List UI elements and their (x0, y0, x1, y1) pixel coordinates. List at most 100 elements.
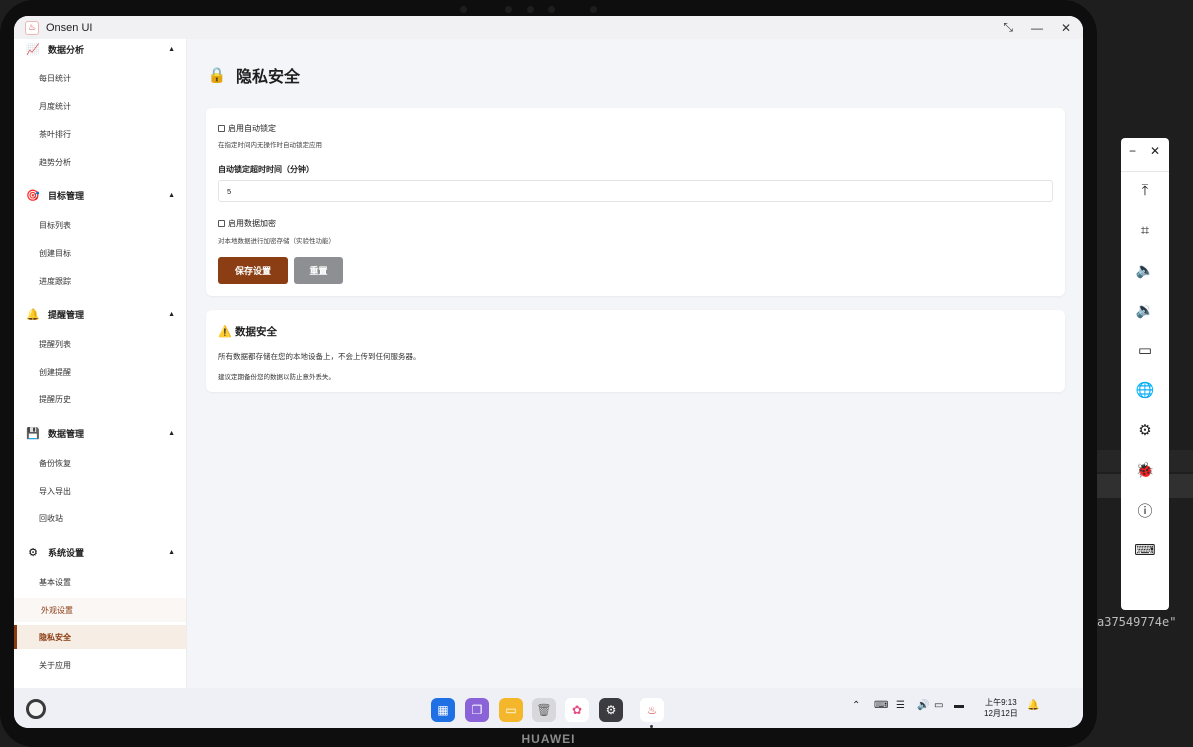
chevron-up-icon[interactable]: ⌃ (852, 700, 860, 711)
clock-date: 12月12日 (984, 709, 1018, 718)
close-icon[interactable]: ✕ (1150, 144, 1160, 158)
caret-up-icon: ▲ (168, 310, 175, 318)
encrypt-checkbox[interactable] (218, 220, 225, 227)
battery-icon[interactable]: ▬ (954, 700, 964, 711)
save-settings-button[interactable]: 保存设置 (218, 257, 288, 284)
clock-time: 上午9:13 (985, 698, 1017, 707)
restore-icon[interactable]: ⤡ (1003, 20, 1013, 35)
volume-down-icon[interactable]: 🔉 (1133, 300, 1157, 320)
caret-up-icon: ▲ (168, 548, 175, 556)
sidebar-item-trend-analysis[interactable]: 趋势分析 (14, 150, 186, 174)
sidebar-item-privacy-security[interactable]: 隐私安全 (14, 625, 186, 649)
device-brand: HUAWEI (521, 732, 576, 746)
auto-lock-checkbox[interactable] (218, 125, 225, 132)
page-header: 🔒 隐私安全 (208, 63, 300, 87)
photos-icon[interactable]: ✿ (565, 698, 589, 722)
volume-up-icon[interactable]: 🔈 (1133, 260, 1157, 280)
sidebar-item-daily-stats[interactable]: 每日统计 (14, 66, 186, 90)
crop-icon[interactable]: ⌗ (1133, 220, 1157, 240)
info-icon[interactable]: ⓘ (1133, 500, 1157, 520)
sidebar-group-label: 系统设置 (48, 547, 85, 558)
sidebar-group-analytics[interactable]: 📈 数据分析 ▲ (14, 39, 186, 60)
minimize-icon[interactable]: — (1031, 21, 1043, 35)
keyboard-icon[interactable]: ⌨ (1133, 540, 1157, 560)
encrypt-label[interactable]: 启用数据加密 (228, 218, 276, 229)
sidebar-item-progress-tracking[interactable]: 进度跟踪 (14, 269, 186, 293)
sidebar-group-label: 数据分析 (48, 44, 85, 55)
sidebar-group-label: 目标管理 (48, 190, 85, 201)
page-title: 隐私安全 (236, 69, 301, 86)
upload-icon[interactable]: ⤒ (1133, 180, 1157, 200)
divider (1121, 171, 1169, 172)
sidebar-group-reminders[interactable]: 🔔 提醒管理 ▲ (14, 303, 186, 325)
battery-icon[interactable]: ▭ (1133, 340, 1157, 360)
sidebar-item-reminder-history[interactable]: 提醒历史 (14, 387, 186, 411)
sidebar-group-goals[interactable]: 🎯 目标管理 ▲ (14, 184, 186, 206)
caret-up-icon: ▲ (168, 45, 175, 53)
sidebar-item-create-goal[interactable]: 创建目标 (14, 241, 186, 265)
data-security-title: 数据安全 (235, 326, 277, 338)
window-titlebar: ♨ Onsen UI ⤡ — ✕ (14, 16, 1083, 39)
target-icon: 🎯 (26, 189, 40, 202)
caret-up-icon: ▲ (168, 429, 175, 437)
app-logo-icon: ♨ (25, 20, 39, 35)
input-method-icon[interactable]: ⌨ (874, 700, 888, 711)
data-security-text: 所有数据都存储在您的本地设备上，不会上传到任何服务器。 (218, 352, 421, 361)
multitask-icon[interactable]: ❐ (465, 698, 489, 722)
sidebar-group-settings[interactable]: ⚙ 系统设置 ▲ (14, 541, 186, 563)
reset-button[interactable]: 重置 (294, 257, 343, 284)
display-icon[interactable]: ▭ (934, 700, 943, 711)
trash-icon[interactable]: 🗑 (532, 698, 556, 722)
taskbar: ▦ ❐ ▭ 🗑 ✿ ⚙ ♨ ⌃ ⌨ ☰ 🔊 ▭ ▬ 上午9:13 12月12日 … (14, 688, 1083, 728)
sidebar-item-backup-restore[interactable]: 备份恢复 (14, 451, 186, 475)
tool-panel-controls: − ✕ (1121, 144, 1169, 160)
sidebar-item-about[interactable]: 关于应用 (14, 653, 186, 677)
clock[interactable]: 上午9:13 12月12日 (984, 697, 1018, 719)
tablet-device: ♨ Onsen UI ⤡ — ✕ 📈 数据分析 ▲ 每日统计 月度统计 茶叶排行… (0, 0, 1097, 747)
main-content: 🔒 隐私安全 启用自动锁定 在指定时间内无操作时自动锁定应用 自动锁定超时时间（… (187, 39, 1083, 688)
settings-icon[interactable]: ⚙ (599, 698, 623, 722)
sidebar-item-appearance[interactable]: 外观设置 (14, 598, 186, 622)
timeout-label: 自动锁定超时时间（分钟） (218, 165, 314, 174)
sidebar-item-basic-settings[interactable]: 基本设置 (14, 570, 186, 594)
sidebar-item-reminder-list[interactable]: 提醒列表 (14, 332, 186, 356)
sidebar-item-recycle-bin[interactable]: 回收站 (14, 506, 186, 530)
minimize-icon[interactable]: − (1129, 144, 1136, 158)
timeout-input[interactable]: 5 (218, 180, 1053, 202)
gear-icon: ⚙ (28, 546, 38, 559)
onsen-app-icon[interactable]: ♨ (640, 698, 664, 722)
volume-icon[interactable]: 🔊 (917, 700, 929, 711)
app-gallery-icon[interactable]: ▦ (431, 698, 455, 722)
notes-icon[interactable]: ☰ (896, 700, 905, 711)
sidebar-item-goal-list[interactable]: 目标列表 (14, 213, 186, 237)
sidebar-group-label: 数据管理 (48, 428, 85, 439)
sidebar-item-create-reminder[interactable]: 创建提醒 (14, 360, 186, 384)
sidebar-item-monthly-stats[interactable]: 月度统计 (14, 94, 186, 118)
backup-advice-text: 建议定期备份您的数据以防止意外丢失。 (218, 374, 335, 381)
sidebar: 📈 数据分析 ▲ 每日统计 月度统计 茶叶排行 趋势分析 🎯 目标管理 ▲ 目标… (14, 39, 187, 688)
encrypt-row: 启用数据加密 (218, 218, 276, 229)
sidebar-item-import-export[interactable]: 导入导出 (14, 479, 186, 503)
background-code-text: a37549774e" (1097, 615, 1177, 629)
auto-lock-label[interactable]: 启用自动锁定 (228, 123, 276, 134)
caret-up-icon: ▲ (168, 191, 175, 199)
sidebar-item-tea-ranking[interactable]: 茶叶排行 (14, 122, 186, 146)
files-icon[interactable]: ▭ (499, 698, 523, 722)
floppy-icon: 💾 (26, 427, 40, 440)
notification-bell-icon[interactable]: 🔔 (1027, 700, 1039, 711)
camera-bar (460, 6, 600, 14)
data-security-header: ⚠️ 数据安全 (218, 324, 277, 339)
close-icon[interactable]: ✕ (1061, 21, 1071, 35)
settings-icon[interactable]: ⚙ (1133, 420, 1157, 440)
globe-icon[interactable]: 🌐 (1133, 380, 1157, 400)
data-security-card: ⚠️ 数据安全 所有数据都存储在您的本地设备上，不会上传到任何服务器。 建议定期… (206, 310, 1065, 392)
start-button[interactable] (26, 699, 46, 719)
bug-icon[interactable]: 🐞 (1133, 460, 1157, 480)
privacy-settings-card: 启用自动锁定 在指定时间内无操作时自动锁定应用 自动锁定超时时间（分钟） 5 启… (206, 108, 1065, 296)
screen: ♨ Onsen UI ⤡ — ✕ 📈 数据分析 ▲ 每日统计 月度统计 茶叶排行… (14, 16, 1083, 728)
sidebar-group-data[interactable]: 💾 数据管理 ▲ (14, 422, 186, 444)
bell-icon: 🔔 (26, 308, 40, 321)
window-title: Onsen UI (46, 21, 93, 34)
lock-icon: 🔒 (207, 67, 227, 84)
auto-lock-row: 启用自动锁定 (218, 123, 276, 134)
